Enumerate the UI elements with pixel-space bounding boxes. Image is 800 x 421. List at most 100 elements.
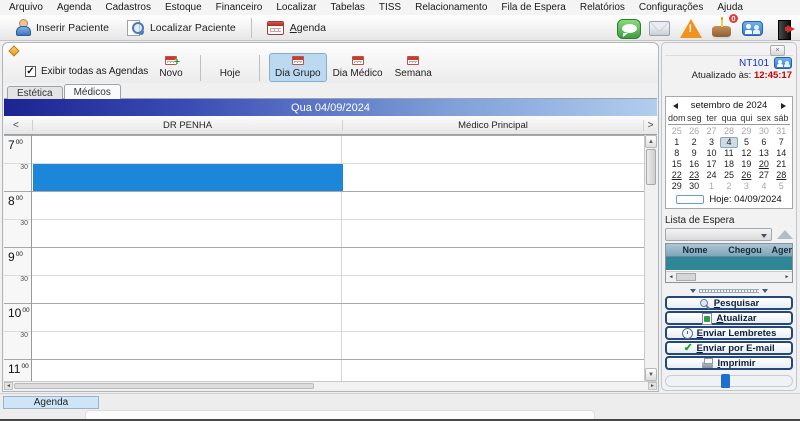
horizontal-scrollbar-thumb[interactable] xyxy=(14,383,314,389)
calendar-day[interactable]: 27 xyxy=(703,126,720,137)
waitlist-selected-row[interactable] xyxy=(666,257,792,270)
calendar-day[interactable]: 28 xyxy=(773,170,790,181)
menu-item-financeiro[interactable]: Financeiro xyxy=(209,1,270,14)
calendar-day[interactable]: 4 xyxy=(755,181,772,192)
scroll-right-icon[interactable] xyxy=(648,382,657,390)
calendar-day[interactable]: 15 xyxy=(668,159,685,170)
calendar-day[interactable]: 14 xyxy=(773,148,790,159)
tab-estetica[interactable]: Estética xyxy=(7,86,63,99)
toolbar-button-localizar-paciente[interactable]: Localizar Paciente xyxy=(118,17,245,38)
chat-button[interactable] xyxy=(615,17,642,40)
menu-item-configuracoes[interactable]: Configurações xyxy=(632,1,710,14)
users-icon[interactable] xyxy=(774,57,792,69)
menu-item-relatorios[interactable]: Relatórios xyxy=(573,1,632,14)
next-column-arrow[interactable]: > xyxy=(643,120,657,131)
action-button-enviar-lembretes[interactable]: Enviar Lembretes xyxy=(665,326,793,340)
calendar-day[interactable]: 26 xyxy=(738,170,755,181)
zoom-slider[interactable] xyxy=(665,375,793,387)
view-button-dia-grupo[interactable]: Dia Grupo xyxy=(269,53,327,82)
menu-item-tabelas[interactable]: Tabelas xyxy=(323,1,371,14)
mail-button[interactable] xyxy=(646,17,673,40)
calendar-day[interactable]: 2 xyxy=(685,137,702,148)
vertical-scrollbar[interactable] xyxy=(644,135,657,381)
action-button-pesquisar[interactable]: Pesquisar xyxy=(665,296,793,310)
calendar-day[interactable]: 24 xyxy=(703,170,720,181)
calendar-day[interactable]: 10 xyxy=(703,148,720,159)
menu-item-estoque[interactable]: Estoque xyxy=(158,1,209,14)
view-button-hoje[interactable]: Hoje xyxy=(210,53,250,82)
action-button-atualizar[interactable]: Atualizar xyxy=(665,311,793,325)
calendar-day[interactable]: 18 xyxy=(720,159,737,170)
action-button-enviar-por-e-mail[interactable]: ✓Enviar por E-mail xyxy=(665,341,793,355)
cake-button[interactable]: 0 xyxy=(708,17,735,40)
calendar-day[interactable]: 29 xyxy=(738,126,755,137)
panel-splitter[interactable] xyxy=(687,287,771,294)
calendar-day[interactable]: 30 xyxy=(685,181,702,192)
calendar-day[interactable]: 7 xyxy=(773,137,790,148)
calendar-day[interactable]: 4 xyxy=(720,137,737,148)
vertical-scrollbar-thumb[interactable] xyxy=(646,149,656,185)
calendar-day[interactable]: 8 xyxy=(668,148,685,159)
horizontal-scrollbar[interactable] xyxy=(4,381,657,390)
show-all-agendas-checkbox[interactable] xyxy=(25,66,36,77)
calendar-day[interactable]: 5 xyxy=(773,181,790,192)
calendar-day[interactable]: 29 xyxy=(668,181,685,192)
waitlist-scrollbar-thumb[interactable] xyxy=(676,273,696,281)
calendar-day[interactable]: 26 xyxy=(685,126,702,137)
calendar-day[interactable]: 20 xyxy=(755,159,772,170)
zoom-slider-thumb[interactable] xyxy=(721,374,730,388)
calendar-day[interactable]: 13 xyxy=(755,148,772,159)
calendar-day[interactable]: 9 xyxy=(685,148,702,159)
calendar-day[interactable]: 23 xyxy=(685,170,702,181)
calendar-day[interactable]: 11 xyxy=(720,148,737,159)
menu-item-fila-de-espera[interactable]: Fila de Espera xyxy=(494,1,572,14)
schedule-column-medico-principal[interactable] xyxy=(342,135,644,381)
calendar-day[interactable]: 28 xyxy=(720,126,737,137)
calendar-day[interactable]: 16 xyxy=(685,159,702,170)
waitlist-dropdown[interactable] xyxy=(665,228,772,241)
warning-button[interactable] xyxy=(677,17,704,40)
calendar-day[interactable]: 5 xyxy=(738,137,755,148)
collapse-triangle-icon[interactable] xyxy=(777,230,793,239)
calendar-day[interactable]: 30 xyxy=(755,126,772,137)
close-icon[interactable]: × xyxy=(770,45,785,56)
contacts-button[interactable] xyxy=(739,17,766,40)
action-button-imprimir[interactable]: Imprimir xyxy=(665,356,793,370)
toolbar-button-agenda[interactable]: Agenda xyxy=(258,19,335,37)
calendar-day[interactable]: 31 xyxy=(773,126,790,137)
calendar-day[interactable]: 27 xyxy=(755,170,772,181)
scroll-right-icon[interactable] xyxy=(783,273,791,281)
waitlist-scrollbar[interactable] xyxy=(666,271,792,282)
view-button-dia-medico[interactable]: Dia Médico xyxy=(327,53,389,82)
toolbar-button-inserir-paciente[interactable]: Inserir Paciente xyxy=(6,17,118,38)
calendar-day[interactable]: 19 xyxy=(738,159,755,170)
tab-medicos[interactable]: Médicos xyxy=(64,84,121,99)
exit-button[interactable] xyxy=(770,17,797,40)
calendar-day[interactable]: 17 xyxy=(703,159,720,170)
calendar-day[interactable]: 25 xyxy=(668,126,685,137)
minimized-window-strip[interactable] xyxy=(85,410,595,419)
menu-item-tiss[interactable]: TISS xyxy=(372,1,408,14)
next-month-icon[interactable] xyxy=(775,101,791,111)
appointment-block[interactable] xyxy=(33,164,343,191)
calendar-day[interactable]: 2 xyxy=(720,181,737,192)
bottom-tab-agenda[interactable]: Agenda xyxy=(3,396,99,409)
menu-item-cadastros[interactable]: Cadastros xyxy=(98,1,158,14)
calendar-day[interactable]: 25 xyxy=(720,170,737,181)
menu-item-ajuda[interactable]: Ajuda xyxy=(710,1,750,14)
calendar-day[interactable]: 22 xyxy=(668,170,685,181)
prev-column-arrow[interactable]: < xyxy=(4,120,32,131)
menu-item-relacionamento[interactable]: Relacionamento xyxy=(408,1,494,14)
menu-item-localizar[interactable]: Localizar xyxy=(269,1,323,14)
menu-item-agenda[interactable]: Agenda xyxy=(50,1,98,14)
menu-item-arquivo[interactable]: Arquivo xyxy=(2,1,50,14)
calendar-day[interactable]: 21 xyxy=(773,159,790,170)
calendar-day[interactable]: 3 xyxy=(738,181,755,192)
scroll-left-icon[interactable] xyxy=(667,273,675,281)
scroll-down-icon[interactable] xyxy=(645,368,657,381)
scroll-left-icon[interactable] xyxy=(4,382,13,390)
view-button-semana[interactable]: Semana xyxy=(389,53,438,82)
calendar-day[interactable]: 6 xyxy=(755,137,772,148)
calendar-day[interactable]: 1 xyxy=(668,137,685,148)
scroll-up-icon[interactable] xyxy=(645,135,657,148)
